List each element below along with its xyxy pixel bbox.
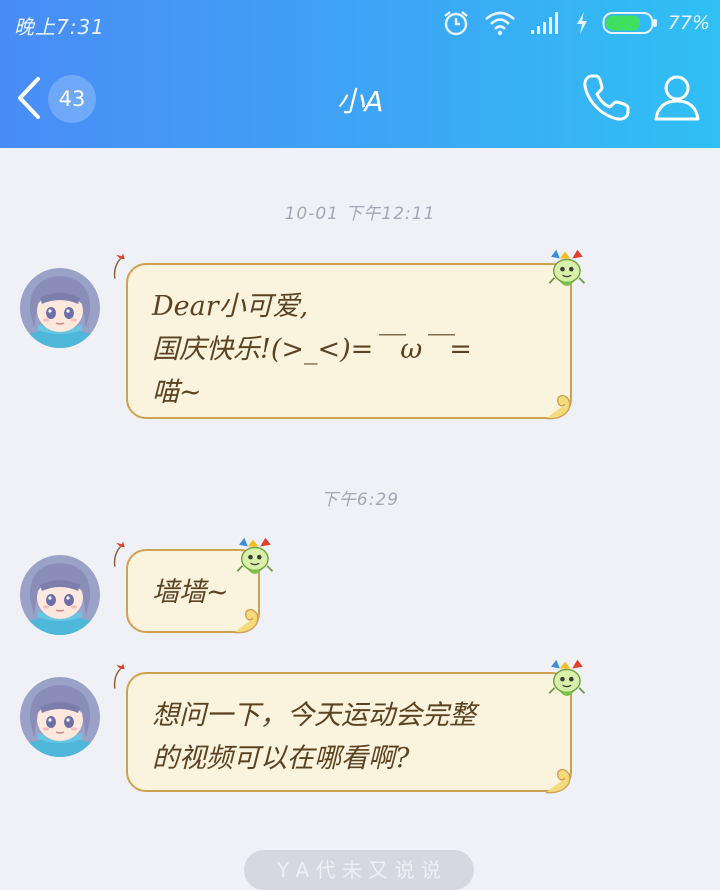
- user-icon[interactable]: [652, 72, 702, 122]
- avatar[interactable]: [20, 555, 100, 635]
- status-bar: 晚上7:31 77%: [0, 0, 720, 48]
- avatar[interactable]: [20, 268, 100, 348]
- nav-bar: 43 小A: [0, 48, 720, 148]
- battery-icon: [602, 12, 657, 34]
- message-bubble[interactable]: Dear小可爱, 国庆快乐!(>_<)=￣ω￣= 喵~: [126, 263, 572, 419]
- wifi-icon: [484, 11, 515, 36]
- timestamp: 下午6:29: [320, 490, 400, 510]
- charging-icon: [576, 12, 587, 34]
- timestamp: 10-01 下午12:11: [284, 204, 436, 224]
- phone-icon[interactable]: [580, 72, 632, 124]
- new-message-tip[interactable]: Y A 代 未 又 说 说: [244, 850, 474, 890]
- avatar[interactable]: [20, 677, 100, 757]
- alarm-icon: [444, 11, 468, 36]
- signal-icon: [530, 12, 558, 34]
- battery-percent: 77%: [667, 12, 710, 34]
- app-header: 晚上7:31 77% 43 小A: [0, 0, 720, 148]
- status-icons: 77%: [442, 8, 710, 38]
- message-bubble[interactable]: 想问一下，今天运动会完整 的视频可以在哪看啊?: [126, 672, 572, 792]
- message-bubble[interactable]: 墙墙~: [126, 549, 260, 633]
- status-time: 晚上7:31: [14, 15, 105, 39]
